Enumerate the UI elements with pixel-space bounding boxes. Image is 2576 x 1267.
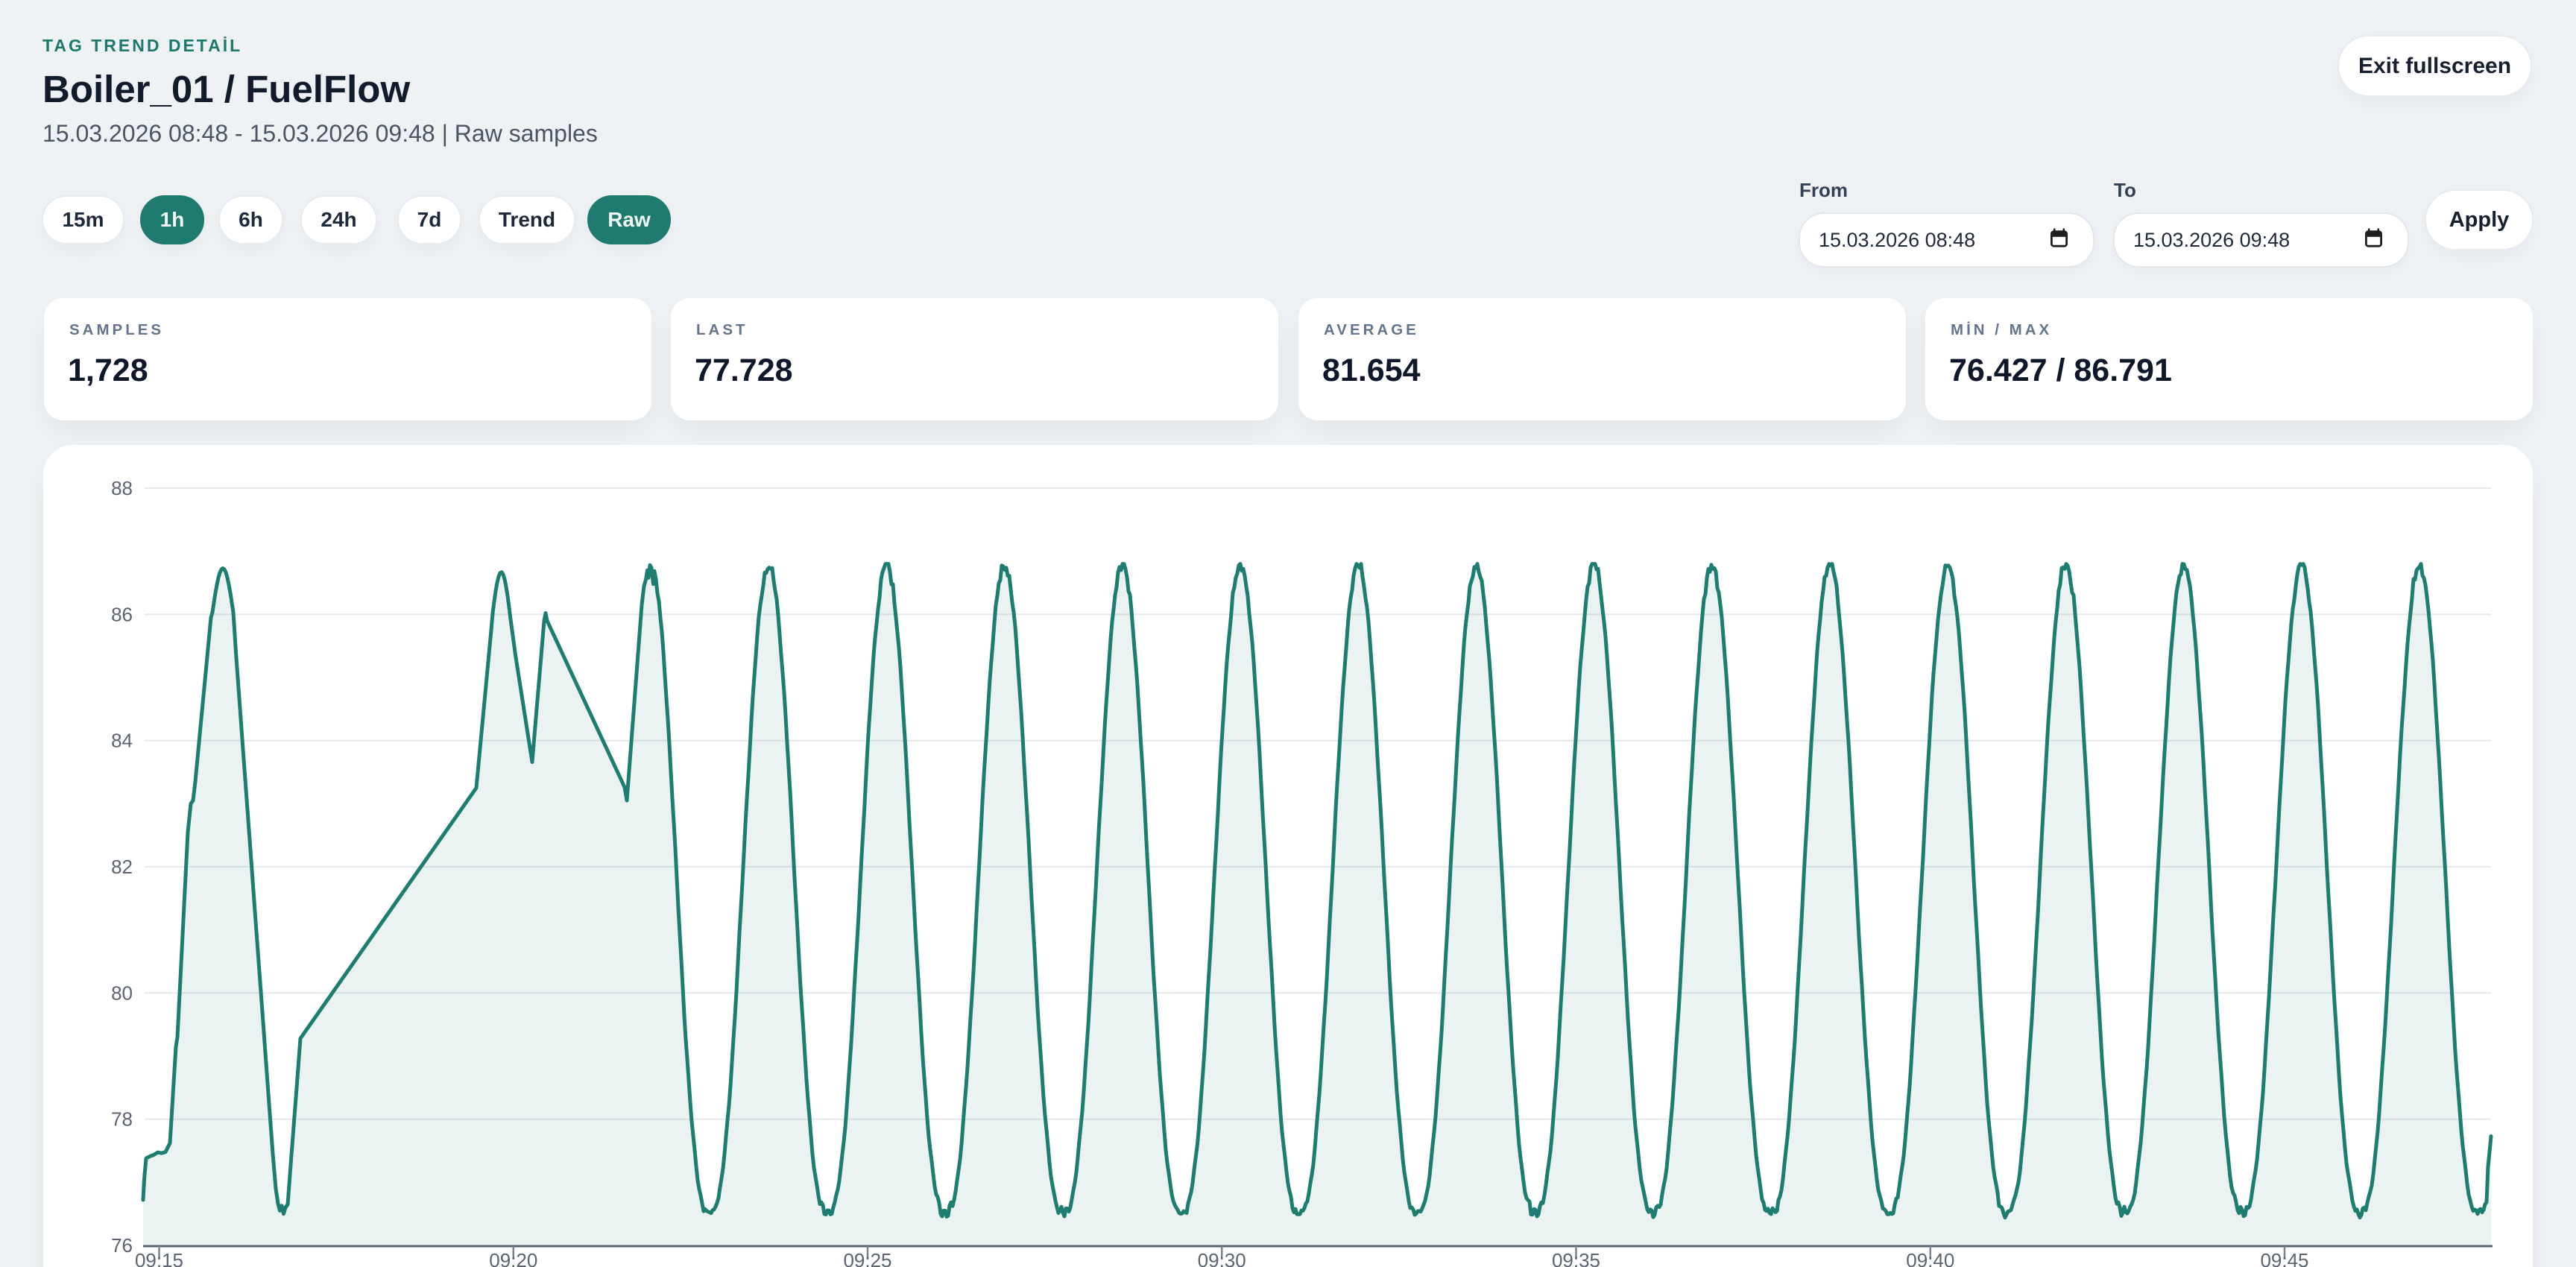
svg-text:84: 84 [111, 730, 133, 752]
svg-text:09:30: 09:30 [1198, 1249, 1246, 1267]
svg-text:82: 82 [111, 856, 133, 878]
svg-text:09:35: 09:35 [1552, 1249, 1600, 1267]
svg-text:88: 88 [111, 477, 133, 499]
svg-text:09:20: 09:20 [489, 1249, 537, 1267]
svg-text:09:40: 09:40 [1906, 1249, 1954, 1267]
svg-text:78: 78 [111, 1108, 133, 1131]
svg-text:80: 80 [111, 982, 133, 1004]
svg-text:76: 76 [111, 1234, 133, 1257]
svg-text:09:15: 09:15 [135, 1249, 183, 1267]
svg-text:86: 86 [111, 603, 133, 625]
svg-text:09:25: 09:25 [843, 1249, 891, 1267]
svg-text:09:45: 09:45 [2260, 1249, 2308, 1267]
